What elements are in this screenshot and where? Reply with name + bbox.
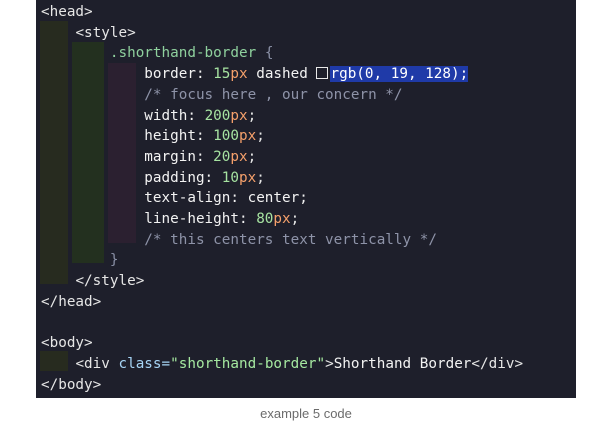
code-line-7: height: 100px; (144, 128, 265, 145)
code-line-14: </style> (75, 273, 145, 290)
code-line-4: border: 15px dashed rgb(0, 19, 128); (144, 66, 469, 83)
code-line-18: <div class="shorthand-border">Shorthand … (75, 355, 524, 372)
code-line-3: .shorthand-border { (109, 45, 274, 62)
code-line-12: /* this centers text vertically */ (144, 231, 437, 248)
code-line-2: <style> (75, 24, 136, 41)
code-line-1: <head> (41, 4, 93, 20)
code-line-10: text-align: center; (144, 190, 308, 207)
code-line-5: /* focus here , our concern */ (144, 86, 403, 103)
code-line-9: padding: 10px; (144, 169, 265, 186)
color-swatch-icon[interactable] (316, 67, 329, 80)
code-line-6: width: 200px; (144, 107, 257, 124)
figure-caption: example 5 code (260, 406, 352, 421)
code-line-13: } (109, 252, 119, 269)
code-line-19: </body> (41, 376, 102, 393)
code-editor[interactable]: <head> <style> .shorthand-border { borde… (36, 0, 576, 398)
code-line-11: line-height: 80px; (144, 211, 300, 227)
code-line-15: </head> (41, 293, 102, 310)
code-line-17: <body> (41, 335, 93, 352)
selected-text[interactable]: rgb(0, 19, 128); (330, 66, 469, 83)
code-line-8: margin: 20px; (144, 148, 257, 165)
